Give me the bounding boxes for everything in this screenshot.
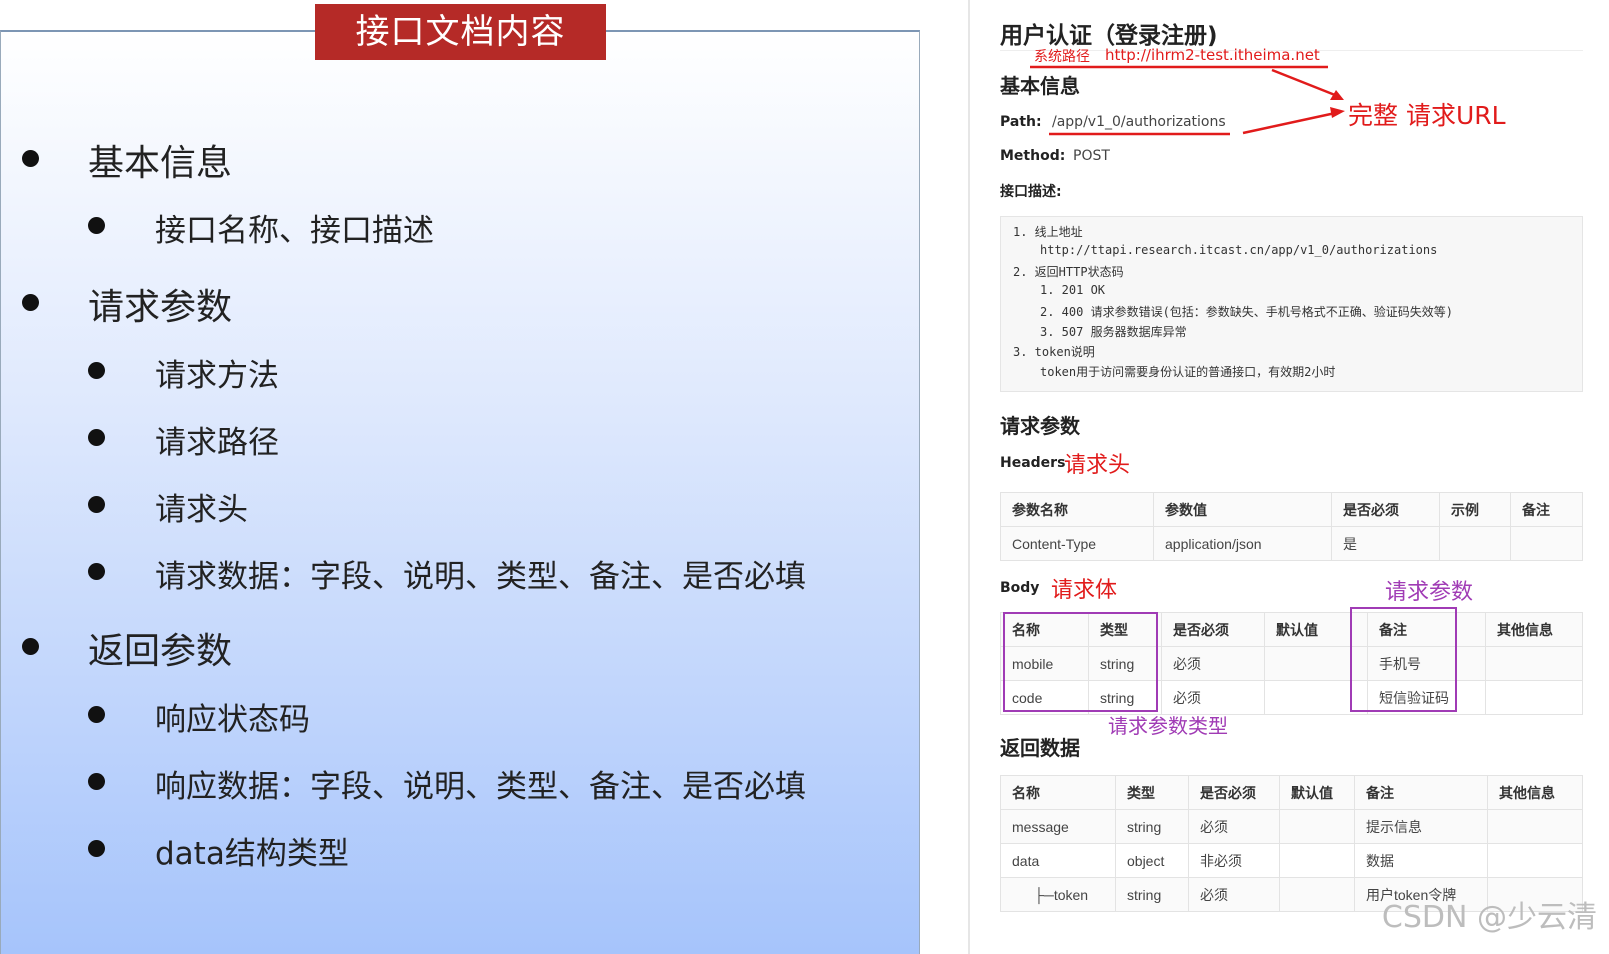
annotation-arrows (1030, 65, 1345, 136)
bullet-dot (88, 362, 105, 379)
desc-label: 接口描述: (1000, 184, 1062, 200)
table-row: Content-Type application/json 是 (1000, 526, 1583, 561)
desc-line: 3. token说明 (1013, 345, 1095, 359)
col-header: 示例 (1439, 492, 1511, 527)
col-header: 备注 (1354, 775, 1488, 810)
desc-line: http://ttapi.research.itcast.cn/app/v1_0… (1040, 243, 1438, 257)
bullet-dot (22, 150, 39, 167)
bullet-dot (88, 563, 105, 580)
arrow-bottom (1242, 110, 1341, 135)
bullet-dot (88, 429, 105, 446)
item-data-struct: data结构类型 (155, 836, 349, 872)
desc-line: 1. 线上地址 (1013, 225, 1083, 239)
item-request-header: 请求头 (155, 492, 248, 528)
bullet-dot (22, 294, 39, 311)
col-header: 是否必须 (1188, 775, 1280, 810)
item-interface-name: 接口名称、接口描述 (155, 213, 434, 249)
item-status-code: 响应状态码 (155, 702, 310, 738)
desc-line: 2. 返回HTTP状态码 (1013, 265, 1124, 279)
bullet-dot (88, 773, 105, 790)
slide-title: 接口文档内容 (315, 4, 606, 60)
arrow-top (1271, 68, 1341, 99)
method-label: Method: (1000, 148, 1066, 164)
bullet-dot (88, 706, 105, 723)
table-row: message string 必须 提示信息 (1000, 809, 1583, 844)
col-header: 备注 (1510, 492, 1583, 527)
return-heading: 返回数据 (1000, 736, 1080, 760)
body-label: Body (1000, 580, 1040, 596)
param-type-annotation: 请求参数类型 (1108, 714, 1228, 738)
table-row: data object 非必须 数据 (1000, 843, 1583, 878)
col-header: 类型 (1115, 775, 1189, 810)
section-return-params: 返回参数 (88, 631, 233, 672)
req-params-heading: 请求参数 (1000, 414, 1080, 438)
bullet-dot (22, 638, 39, 655)
description-code-block: 1. 线上地址 http://ttapi.research.itcast.cn/… (1000, 216, 1583, 392)
body-annotation: 请求体 (1051, 578, 1118, 603)
item-request-data: 请求数据：字段、说明、类型、备注、是否必填 (155, 559, 806, 595)
method-value: POST (1073, 148, 1110, 164)
doc-title: 用户认证（登录注册) (1000, 23, 1218, 49)
desc-line: 3. 507 服务器数据库异常 (1040, 325, 1187, 339)
params-annotation: 请求参数 (1385, 580, 1474, 605)
desc-line: 2. 400 请求参数错误(包括：参数缺失、手机号格式不正确、验证码失效等) (1040, 305, 1454, 319)
desc-line: 1. 201 OK (1040, 283, 1106, 297)
item-request-method: 请求方法 (155, 358, 279, 394)
item-response-data: 响应数据：字段、说明、类型、备注、是否必填 (155, 769, 806, 805)
col-header: 参数值 (1153, 492, 1332, 527)
desc-line: token用于访问需要身份认证的普通接口，有效期2小时 (1040, 365, 1336, 379)
col-header: 参数名称 (1000, 492, 1154, 527)
col-header: 默认值 (1279, 775, 1355, 810)
full-url-annotation: 完整 请求URL (1348, 101, 1506, 130)
bullet-dot (88, 217, 105, 234)
col-header: 名称 (1000, 775, 1116, 810)
section-request-params: 请求参数 (88, 287, 233, 328)
divider (968, 0, 970, 954)
col-header: 是否必须 (1161, 612, 1265, 647)
highlight-remark (1350, 607, 1457, 712)
bullet-dot (88, 840, 105, 857)
bullet-dot (88, 496, 105, 513)
highlight-name-type (1003, 612, 1158, 712)
item-request-path: 请求路径 (155, 425, 279, 461)
col-header: 是否必须 (1331, 492, 1440, 527)
col-header: 其他信息 (1487, 775, 1583, 810)
watermark: CSDN @少云清 (1381, 900, 1597, 935)
headers-table: 参数名称 参数值 是否必须 示例 备注 Content-Type applica… (1000, 492, 1583, 561)
arrow-bottom-head (1330, 107, 1345, 118)
headers-label: Headers (1000, 455, 1066, 471)
section-basic-info: 基本信息 (88, 143, 233, 184)
headers-annotation: 请求头 (1064, 453, 1131, 478)
col-header: 其他信息 (1485, 612, 1583, 647)
